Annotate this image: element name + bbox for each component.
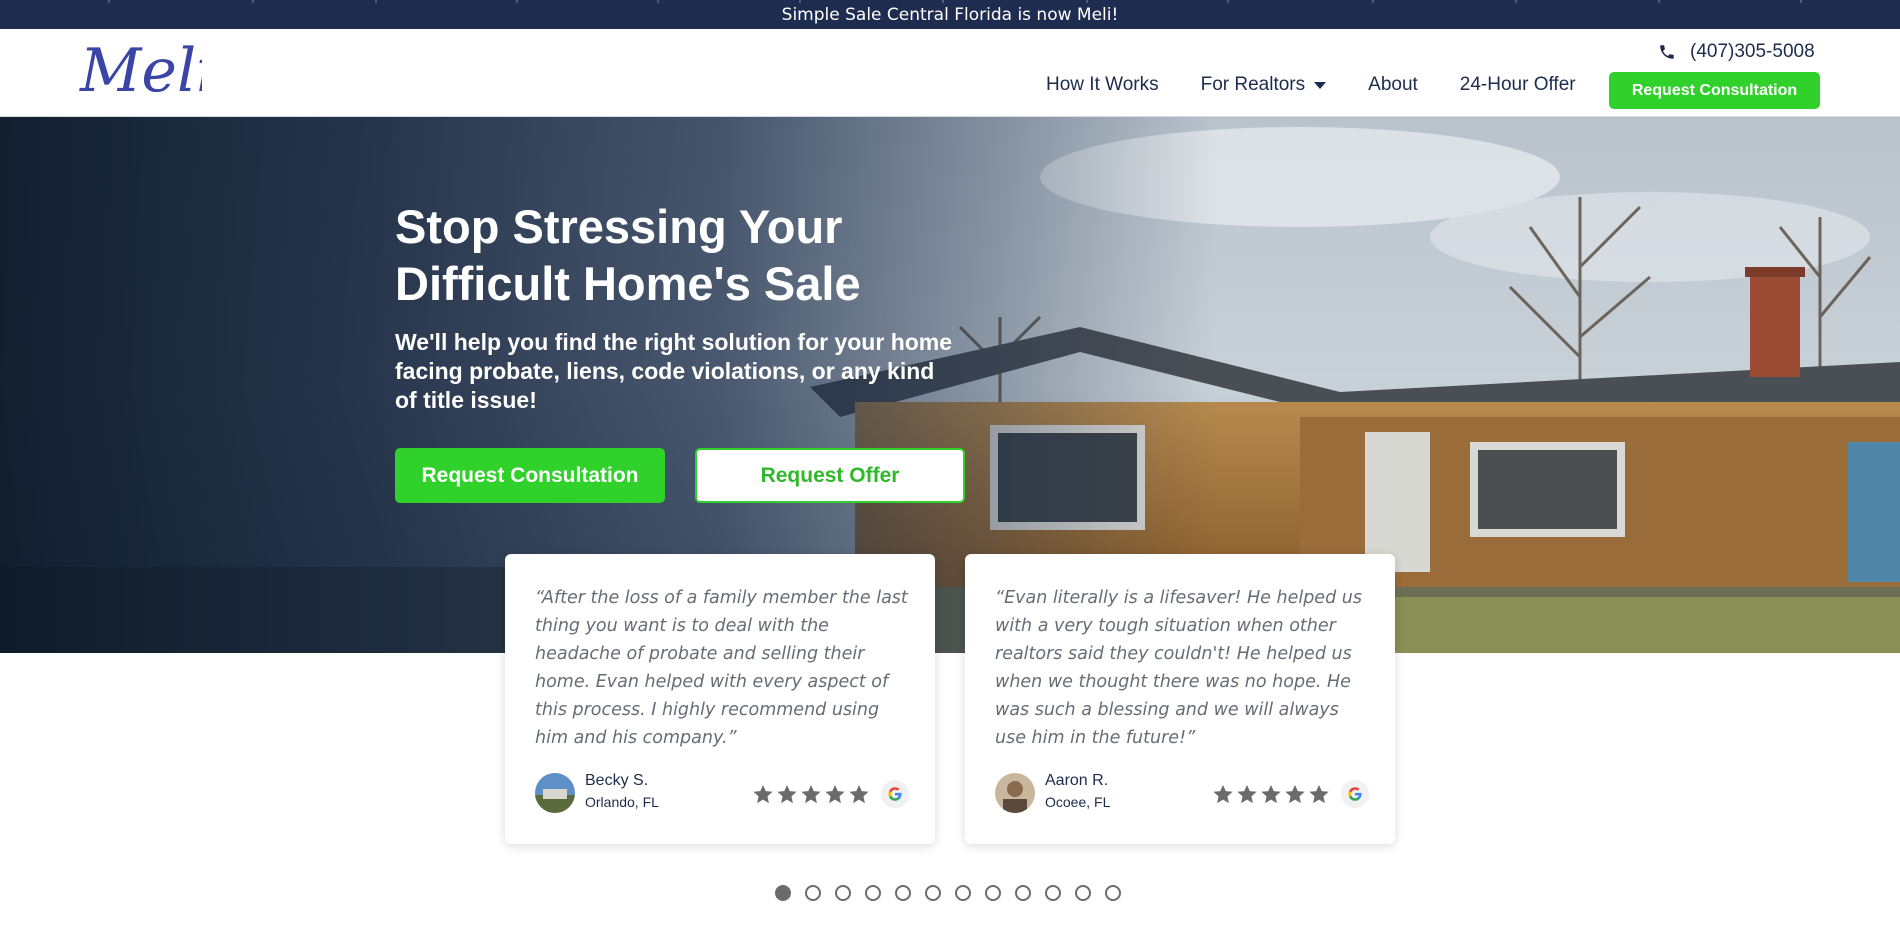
review-quote: “After the loss of a family member the l… <box>535 588 908 748</box>
star-icon <box>1261 784 1281 804</box>
divider <box>1086 0 1088 3</box>
star-icon <box>801 784 821 804</box>
reviewer-name: Becky S. <box>585 772 649 789</box>
google-icon <box>1341 780 1369 808</box>
carousel-dot[interactable] <box>925 885 941 901</box>
google-icon <box>881 780 909 808</box>
nav-about[interactable]: About <box>1368 74 1418 96</box>
star-icon <box>753 784 773 804</box>
main-nav: How It Works For Realtors About 24-Hour … <box>1046 74 1618 96</box>
carousel-dot[interactable] <box>1015 885 1031 901</box>
divider <box>108 0 110 3</box>
avatar <box>535 773 575 813</box>
review-card: “After the loss of a family member the l… <box>505 554 935 844</box>
phone-number: (407)305-5008 <box>1690 41 1815 62</box>
carousel-dot[interactable] <box>775 885 791 901</box>
nav-24-hour-offer[interactable]: 24-Hour Offer <box>1460 74 1576 96</box>
carousel-dot[interactable] <box>805 885 821 901</box>
star-icon <box>1213 784 1233 804</box>
star-rating <box>1212 783 1330 805</box>
carousel-pagination <box>775 885 1121 901</box>
phone-icon <box>1660 45 1674 59</box>
divider <box>375 0 377 3</box>
announcement-bar: Simple Sale Central Florida is now Meli! <box>0 0 1900 29</box>
divider <box>1227 0 1229 3</box>
carousel-dot[interactable] <box>1105 885 1121 901</box>
carousel-dot[interactable] <box>1075 885 1091 901</box>
hero-subtitle: We'll help you find the right solution f… <box>395 329 953 413</box>
hero-request-offer-button[interactable]: Request Offer <box>695 448 965 503</box>
nav-for-realtors[interactable]: For Realtors <box>1201 74 1327 96</box>
hero-section: Stop Stressing Your Difficult Home's Sale… <box>0 117 1900 653</box>
reviewer-location: Ocoee, FL <box>1045 794 1111 810</box>
review-quote: “Evan literally is a lifesaver! He helpe… <box>995 588 1362 748</box>
star-rating <box>752 783 870 805</box>
divider <box>799 0 801 3</box>
star-icon <box>825 784 845 804</box>
divider <box>1800 0 1802 3</box>
star-icon <box>1309 784 1329 804</box>
divider <box>1658 0 1660 3</box>
announcement-text: Simple Sale Central Florida is now Meli! <box>781 5 1119 25</box>
star-icon <box>849 784 869 804</box>
caret-down-icon <box>1314 81 1327 89</box>
reviewer-location: Orlando, FL <box>585 794 659 810</box>
phone-link[interactable]: (407)305-5008 <box>1658 41 1815 63</box>
hero-title: Stop Stressing Your Difficult Home's Sale <box>395 200 861 310</box>
carousel-dot[interactable] <box>955 885 971 901</box>
divider <box>1515 0 1517 3</box>
carousel-dot[interactable] <box>1045 885 1061 901</box>
site-header: Meli (407)305-5008 How It Works For Real… <box>0 29 1900 117</box>
star-icon <box>1237 784 1257 804</box>
divider <box>516 0 518 3</box>
divider <box>942 0 944 3</box>
carousel-dot[interactable] <box>865 885 881 901</box>
carousel-dot[interactable] <box>985 885 1001 901</box>
header-request-consultation-button[interactable]: Request Consultation <box>1609 72 1820 109</box>
star-icon <box>1285 784 1305 804</box>
nav-how-it-works[interactable]: How It Works <box>1046 74 1159 96</box>
hero-request-consultation-button[interactable]: Request Consultation <box>395 448 665 503</box>
svg-text:Meli: Meli <box>79 39 202 106</box>
divider <box>252 0 254 3</box>
reviewer-name: Aaron R. <box>1045 772 1109 789</box>
logo[interactable]: Meli <box>78 39 202 109</box>
review-card: “Evan literally is a lifesaver! He helpe… <box>965 554 1395 844</box>
carousel-dot[interactable] <box>835 885 851 901</box>
avatar <box>995 773 1035 813</box>
star-icon <box>777 784 797 804</box>
carousel-dot[interactable] <box>895 885 911 901</box>
divider <box>657 0 659 3</box>
divider <box>1372 0 1374 3</box>
